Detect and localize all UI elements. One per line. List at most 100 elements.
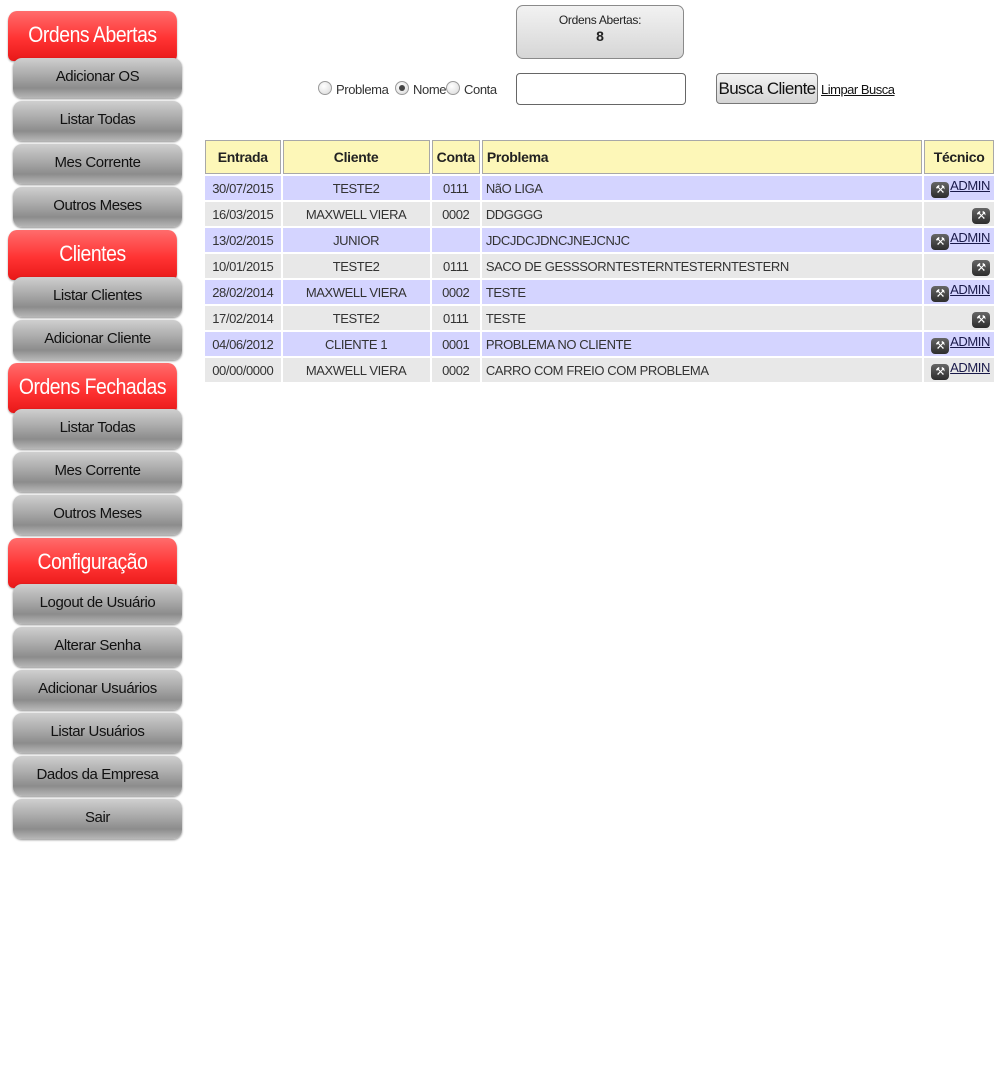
tecnico-link[interactable]: ADMIN — [950, 230, 990, 245]
radio-problema-label: Problema — [336, 82, 389, 97]
menu-outros-meses-abertas[interactable]: Outros Meses — [13, 187, 182, 227]
menu-mes-corrente-fechadas[interactable]: Mes Corrente — [13, 452, 182, 492]
header-cliente[interactable]: Cliente — [282, 140, 430, 174]
wrench-icon[interactable]: ⚒ — [972, 208, 990, 224]
cell-tecnico: ⚒ — [924, 306, 994, 330]
header-tecnico[interactable]: Técnico — [924, 140, 994, 174]
radio-conta[interactable]: Conta — [446, 81, 497, 97]
cell-cliente: CLIENTE 1 — [282, 332, 430, 356]
header-entrada[interactable]: Entrada — [205, 140, 281, 174]
tecnico-link[interactable]: ADMIN — [950, 334, 990, 349]
cell-conta: 0002 — [431, 358, 480, 382]
cell-conta: 0002 — [431, 202, 480, 226]
cell-tecnico: ⚒ — [924, 254, 994, 278]
menu-mes-corrente-abertas[interactable]: Mes Corrente — [13, 144, 182, 184]
cell-tecnico: ⚒ ADMIN — [924, 332, 994, 356]
cell-problema: DDGGGG — [481, 202, 923, 226]
radio-nome-circle[interactable] — [395, 81, 409, 95]
open-orders-count: 8 — [596, 28, 604, 44]
wrench-icon[interactable]: ⚒ — [931, 338, 950, 354]
radio-problema[interactable]: Problema — [318, 81, 389, 97]
table-row[interactable]: 00/00/0000 MAXWELL VIERA 0002 CARRO COM FRE… — [205, 358, 994, 382]
search-bar: Problema Nome Conta Busca Cliente Limpar… — [318, 73, 918, 108]
limpar-busca-link[interactable]: Limpar Busca — [821, 82, 895, 97]
cell-cliente: MAXWELL VIERA — [282, 280, 430, 304]
cell-entrada: 10/01/2015 — [205, 254, 281, 278]
wrench-icon[interactable]: ⚒ — [972, 260, 990, 276]
cell-conta: 0002 — [431, 280, 480, 304]
radio-nome[interactable]: Nome — [395, 81, 446, 97]
wrench-icon[interactable]: ⚒ — [972, 312, 990, 328]
table-row[interactable]: 10/01/2015 TESTE2 0111 SACO DE GESSSORNTEST… — [205, 254, 994, 278]
cell-cliente: TESTE2 — [282, 176, 430, 200]
cell-entrada: 13/02/2015 — [205, 228, 281, 252]
cell-tecnico: ⚒ ADMIN — [924, 358, 994, 382]
tecnico-link[interactable]: ADMIN — [950, 360, 990, 375]
table-row[interactable]: 17/02/2014 TESTE2 0111 TESTE ⚒ — [205, 306, 994, 330]
table-row[interactable]: 30/07/2015 TESTE2 0111 NãO LIGA ⚒ ADMIN — [205, 176, 994, 200]
table-row[interactable]: 13/02/2015 JUNIOR JDCJDCJDNCJNEJCNJC ⚒ ADMIN — [205, 228, 994, 252]
radio-conta-circle[interactable] — [446, 81, 460, 95]
cell-entrada: 04/06/2012 — [205, 332, 281, 356]
cell-problema: NãO LIGA — [481, 176, 923, 200]
wrench-icon[interactable]: ⚒ — [931, 364, 950, 380]
radio-conta-label: Conta — [464, 82, 497, 97]
section-header-ordens-fechadas: Ordens Fechadas — [8, 363, 177, 413]
cell-problema: JDCJDCJDNCJNEJCNJC — [481, 228, 923, 252]
menu-listar-clientes[interactable]: Listar Clientes — [13, 277, 182, 317]
header-problema[interactable]: Problema — [481, 140, 923, 174]
section-header-ordens-abertas: Ordens Abertas — [8, 11, 177, 61]
orders-table: Entrada Cliente Conta Problema Técnico 3… — [203, 138, 996, 384]
cell-conta: 0111 — [431, 254, 480, 278]
table-row[interactable]: 16/03/2015 MAXWELL VIERA 0002 DDGGGG ⚒ — [205, 202, 994, 226]
wrench-icon[interactable]: ⚒ — [931, 286, 950, 302]
cell-cliente: JUNIOR — [282, 228, 430, 252]
cell-problema: TESTE — [481, 280, 923, 304]
cell-problema: CARRO COM FREIO COM PROBLEMA — [481, 358, 923, 382]
tecnico-link[interactable]: ADMIN — [950, 178, 990, 193]
menu-outros-meses-fechadas[interactable]: Outros Meses — [13, 495, 182, 535]
cell-problema: PROBLEMA NO CLIENTE — [481, 332, 923, 356]
cell-cliente: TESTE2 — [282, 254, 430, 278]
open-orders-label: Ordens Abertas: — [558, 13, 642, 27]
menu-dados-empresa[interactable]: Dados da Empresa — [13, 756, 182, 796]
radio-problema-circle[interactable] — [318, 81, 332, 95]
tecnico-link[interactable]: ADMIN — [950, 282, 990, 297]
menu-adicionar-usuarios[interactable]: Adicionar Usuários — [13, 670, 182, 710]
menu-listar-todas-abertas[interactable]: Listar Todas — [13, 101, 182, 141]
wrench-icon[interactable]: ⚒ — [931, 234, 950, 250]
cell-problema: TESTE — [481, 306, 923, 330]
menu-adicionar-cliente[interactable]: Adicionar Cliente — [13, 320, 182, 360]
cell-conta — [431, 228, 480, 252]
open-orders-counter: Ordens Abertas: 8 — [516, 5, 684, 59]
menu-logout-usuario[interactable]: Logout de Usuário — [13, 584, 182, 624]
cell-cliente: MAXWELL VIERA — [282, 358, 430, 382]
cell-tecnico: ⚒ ADMIN — [924, 228, 994, 252]
menu-sair[interactable]: Sair — [13, 799, 182, 839]
wrench-icon[interactable]: ⚒ — [931, 182, 950, 198]
cell-problema: SACO DE GESSSORNTESTERNTESTERNTESTERN — [481, 254, 923, 278]
table-row[interactable]: 28/02/2014 MAXWELL VIERA 0002 TESTE ⚒ ADMIN — [205, 280, 994, 304]
menu-alterar-senha[interactable]: Alterar Senha — [13, 627, 182, 667]
table-row[interactable]: 04/06/2012 CLIENTE 1 0001 PROBLEMA NO CLIEN… — [205, 332, 994, 356]
cell-conta: 0111 — [431, 176, 480, 200]
busca-cliente-button[interactable]: Busca Cliente — [716, 73, 818, 104]
cell-entrada: 30/07/2015 — [205, 176, 281, 200]
cell-entrada: 28/02/2014 — [205, 280, 281, 304]
radio-nome-label: Nome — [413, 82, 447, 97]
header-conta[interactable]: Conta — [431, 140, 480, 174]
cell-tecnico: ⚒ — [924, 202, 994, 226]
table-header-row: Entrada Cliente Conta Problema Técnico — [205, 140, 994, 174]
cell-entrada: 16/03/2015 — [205, 202, 281, 226]
section-header-configuracao: Configuração — [8, 538, 177, 588]
cell-tecnico: ⚒ ADMIN — [924, 280, 994, 304]
menu-listar-todas-fechadas[interactable]: Listar Todas — [13, 409, 182, 449]
cell-cliente: TESTE2 — [282, 306, 430, 330]
menu-listar-usuarios[interactable]: Listar Usuários — [13, 713, 182, 753]
menu-adicionar-os[interactable]: Adicionar OS — [13, 58, 182, 98]
cell-conta: 0111 — [431, 306, 480, 330]
cell-entrada: 17/02/2014 — [205, 306, 281, 330]
cell-conta: 0001 — [431, 332, 480, 356]
search-input[interactable] — [516, 73, 686, 105]
cell-entrada: 00/00/0000 — [205, 358, 281, 382]
